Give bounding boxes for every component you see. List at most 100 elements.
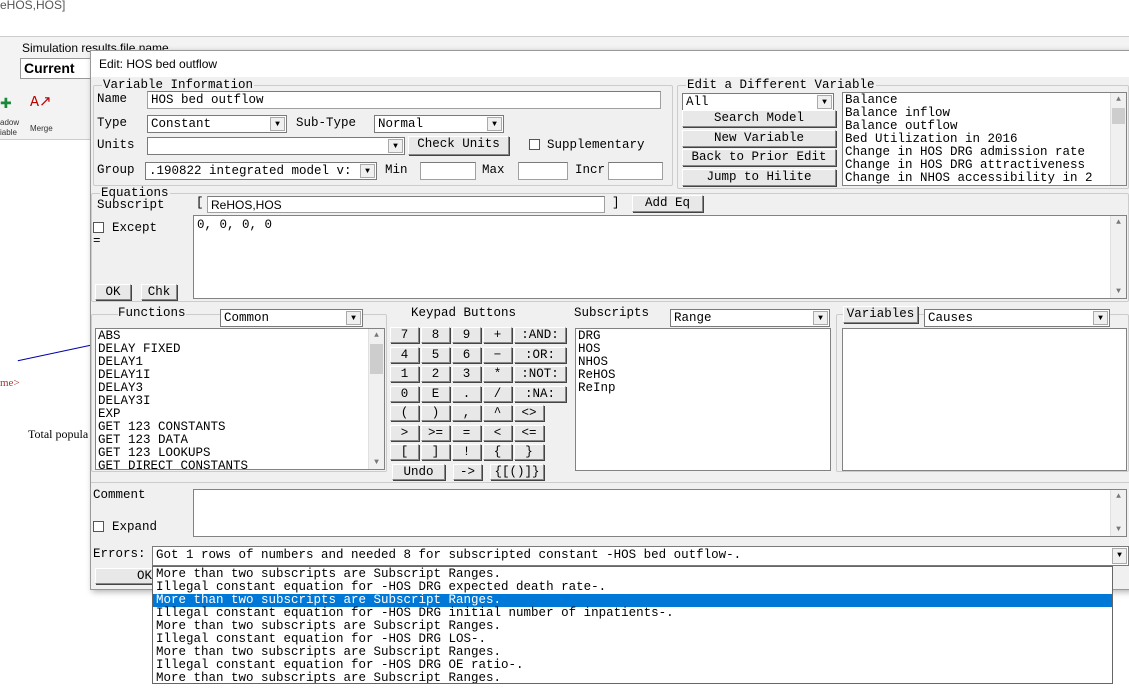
keypad-button[interactable]: − <box>483 346 512 363</box>
list-item[interactable]: GET DIRECT CONSTANTS <box>98 460 382 470</box>
max-input[interactable] <box>518 162 568 180</box>
back-to-prior-edit-button[interactable]: Back to Prior Edit <box>682 149 836 166</box>
scrollbar[interactable]: ▲ ▼ <box>1110 490 1126 536</box>
chevron-down-icon[interactable]: ▼ <box>346 311 361 325</box>
subtype-select[interactable]: Normal ▼ <box>374 115 504 133</box>
chevron-down-icon[interactable]: ▼ <box>270 117 285 131</box>
keypad-undo-button[interactable]: Undo <box>392 464 445 480</box>
ok-button[interactable]: OK <box>95 568 155 584</box>
keypad-button[interactable]: 4 <box>390 346 419 363</box>
jump-to-hilite-button[interactable]: Jump to Hilite <box>682 169 836 186</box>
merge-icon[interactable]: A↗ <box>30 92 52 111</box>
keypad-button[interactable]: ^ <box>483 405 512 421</box>
except-checkbox[interactable] <box>93 222 104 233</box>
search-model-button[interactable]: Search Model <box>682 110 836 127</box>
keypad-button[interactable]: . <box>452 385 481 402</box>
variable-list[interactable]: Balance Balance inflow Balance outflow B… <box>842 92 1127 186</box>
scrollbar[interactable]: ▲ ▼ <box>368 329 384 469</box>
keypad-button[interactable]: * <box>483 366 512 382</box>
errors-dropdown-list[interactable]: More than two subscripts are Subscript R… <box>152 566 1113 684</box>
supplementary-checkbox[interactable] <box>529 139 540 150</box>
check-units-button[interactable]: Check Units <box>408 136 509 155</box>
equation-textarea[interactable]: 0, 0, 0, 0 ▲ ▼ <box>193 215 1127 299</box>
list-item[interactable]: HOS <box>578 343 828 356</box>
keypad-button[interactable]: ) <box>421 405 450 421</box>
keypad-button[interactable]: { <box>483 444 512 460</box>
keypad-button[interactable]: ! <box>452 444 481 460</box>
errors-select[interactable]: Got 1 rows of numbers and needed 8 for s… <box>152 546 1129 566</box>
keypad-button[interactable]: 9 <box>452 327 481 343</box>
subscripts-filter-select[interactable]: Range ▼ <box>670 309 830 327</box>
keypad-arrow-button[interactable]: -> <box>453 464 482 480</box>
diagram-variable[interactable]: Total popula <box>28 427 88 442</box>
keypad-button[interactable]: , <box>452 405 481 421</box>
list-item[interactable]: DRG <box>578 330 828 343</box>
diagram-arrow <box>17 344 96 382</box>
keypad-button[interactable]: / <box>483 385 512 402</box>
chevron-down-icon[interactable]: ▼ <box>1112 548 1127 564</box>
filter-value: Causes <box>928 311 974 325</box>
keypad-button[interactable]: 0 <box>390 385 419 402</box>
functions-filter-select[interactable]: Common ▼ <box>220 309 363 327</box>
variable-filter-select[interactable]: All ▼ <box>682 93 834 111</box>
list-item[interactable]: DELAY3I <box>98 395 382 408</box>
error-list-item[interactable]: More than two subscripts are Subscript R… <box>153 672 1112 684</box>
keypad-button[interactable]: > <box>390 424 419 441</box>
group-select[interactable]: .190822 integrated model v: ▼ <box>145 162 377 180</box>
variables-button[interactable]: Variables <box>843 306 918 323</box>
subscripts-list[interactable]: DRG HOS NHOS ReHOS ReInp <box>575 328 831 471</box>
keypad-button[interactable]: :NA: <box>514 385 566 402</box>
functions-list[interactable]: ABS DELAY FIXED DELAY1 DELAY1I DELAY3 DE… <box>95 328 385 470</box>
chevron-down-icon[interactable]: ▼ <box>360 164 375 178</box>
variables-list[interactable] <box>842 328 1127 471</box>
expand-checkbox[interactable] <box>93 521 104 532</box>
keypad-button[interactable]: <= <box>514 424 544 441</box>
list-item[interactable]: ReInp <box>578 382 828 395</box>
name-input[interactable]: HOS bed outflow <box>147 91 661 109</box>
keypad-button[interactable]: <> <box>514 405 544 421</box>
subscript-input[interactable]: ReHOS,HOS <box>207 196 605 213</box>
units-select[interactable]: ▼ <box>147 137 405 155</box>
chevron-down-icon[interactable]: ▼ <box>388 139 403 153</box>
keypad-button[interactable]: + <box>483 327 512 343</box>
scrollbar[interactable]: ▲ ▼ <box>1110 216 1126 298</box>
sim-results-input[interactable]: Current <box>20 58 100 79</box>
ok-button[interactable]: OK <box>95 284 131 300</box>
comment-textarea[interactable]: ▲ ▼ <box>193 489 1127 537</box>
keypad-button[interactable]: 6 <box>452 346 481 363</box>
keypad-button[interactable]: E <box>421 385 450 402</box>
keypad-button[interactable]: 8 <box>421 327 450 343</box>
keypad-button[interactable]: ] <box>421 444 450 460</box>
chevron-down-icon[interactable]: ▼ <box>817 95 832 109</box>
chevron-down-icon[interactable]: ▼ <box>487 117 502 131</box>
incr-input[interactable] <box>608 162 663 180</box>
keypad-button[interactable]: :OR: <box>514 346 566 363</box>
keypad-brackets-button[interactable]: {[()]} <box>490 464 544 480</box>
chevron-down-icon[interactable]: ▼ <box>813 311 828 325</box>
keypad-button[interactable]: :AND: <box>514 327 566 343</box>
keypad-button[interactable]: [ <box>390 444 419 460</box>
list-item[interactable]: Change in NHOS accessibility in 2 <box>845 172 1124 185</box>
keypad-button[interactable]: = <box>452 424 481 441</box>
type-label: Type <box>97 116 128 130</box>
shadow-variable-icon[interactable]: ✚ <box>0 96 12 113</box>
keypad-button[interactable]: ( <box>390 405 419 421</box>
add-eq-button[interactable]: Add Eq <box>632 195 703 212</box>
keypad-button[interactable]: 7 <box>390 327 419 343</box>
scrollbar[interactable]: ▲ <box>1110 93 1126 185</box>
min-input[interactable] <box>420 162 476 180</box>
keypad-button[interactable]: :NOT: <box>514 366 566 382</box>
keypad-button[interactable]: 1 <box>390 366 419 382</box>
variables-filter-select[interactable]: Causes ▼ <box>924 309 1110 327</box>
keypad-button[interactable]: < <box>483 424 512 441</box>
new-variable-button[interactable]: New Variable <box>682 130 836 147</box>
type-select[interactable]: Constant ▼ <box>147 115 287 133</box>
keypad-button[interactable]: >= <box>421 424 450 441</box>
keypad-button[interactable]: } <box>514 444 544 460</box>
keypad-button[interactable]: 5 <box>421 346 450 363</box>
keypad-button[interactable]: 2 <box>421 366 450 382</box>
chevron-down-icon[interactable]: ▼ <box>1093 311 1108 325</box>
chk-button[interactable]: Chk <box>141 284 177 300</box>
keypad-button[interactable]: 3 <box>452 366 481 382</box>
diagram-variable[interactable]: me> <box>0 377 20 389</box>
